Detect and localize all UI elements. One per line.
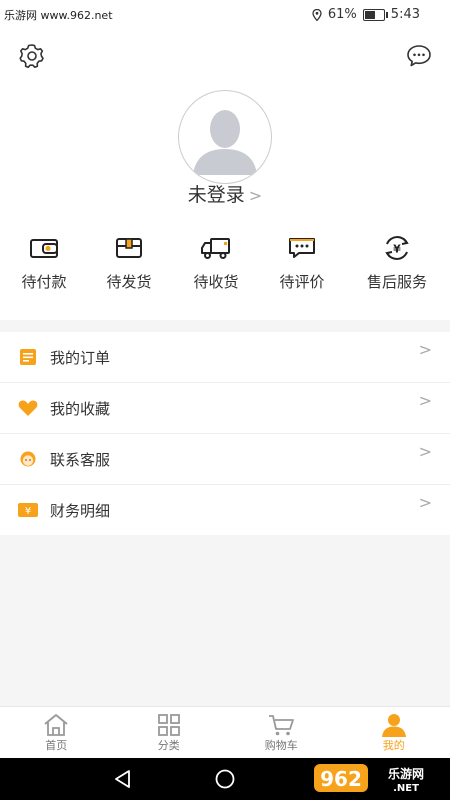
order-list-icon <box>20 349 36 365</box>
home-circle-icon[interactable] <box>214 768 236 790</box>
menu-item-favorites[interactable]: 我的收藏 > <box>0 383 450 434</box>
heart-icon <box>18 400 38 416</box>
962-watermark-logo: 962 乐游网 .NET <box>314 764 424 794</box>
service-icon <box>20 451 36 467</box>
yen-exchange-icon: ¥ <box>385 236 409 260</box>
tab-cart[interactable]: 购物车 <box>225 707 338 759</box>
tab-category[interactable]: 分类 <box>113 707 226 759</box>
status-bar: 乐游网 www.962.net 61% 5:43 <box>0 0 450 30</box>
login-text: 未登录 <box>187 184 245 206</box>
order-pending-payment[interactable]: 待付款 <box>0 235 88 292</box>
order-after-sales[interactable]: ¥ 售后服务 <box>353 235 441 292</box>
comment-icon <box>289 238 315 258</box>
battery-percent: 61% <box>327 7 357 22</box>
tab-mine[interactable]: 我的 <box>338 707 450 759</box>
tab-label: 首页 <box>45 739 68 752</box>
menu-label: 我的收藏 <box>50 399 111 418</box>
grid-icon <box>157 714 180 736</box>
watermark-text: 乐游网 www.962.net <box>4 9 113 22</box>
menu-list: 我的订单 > 我的收藏 > 联系客服 > ¥ 财务明细 > <box>0 332 450 535</box>
order-pending-receipt[interactable]: 待收货 <box>172 235 260 292</box>
order-label: 待评价 <box>279 273 325 291</box>
truck-icon <box>201 238 230 259</box>
order-label: 待发货 <box>106 273 152 291</box>
chevron-right-icon: > <box>418 493 432 512</box>
svg-text:¥: ¥ <box>393 243 401 256</box>
chevron-right-icon: > <box>418 391 432 410</box>
profile-header: 未登录 > 待付款 待发货 待收货 待评价 ¥ 售后服务 <box>0 30 450 320</box>
box-icon <box>116 238 142 258</box>
status-time: 5:43 <box>390 7 420 22</box>
tab-label: 我的 <box>382 739 405 752</box>
message-icon[interactable] <box>406 44 432 68</box>
menu-label: 我的订单 <box>50 348 111 367</box>
menu-item-finance[interactable]: ¥ 财务明细 > <box>0 485 450 535</box>
order-label: 待付款 <box>21 273 67 291</box>
bottom-tab-bar: 首页 分类 购物车 我的 <box>0 706 450 759</box>
wallet-icon <box>30 239 58 258</box>
svg-text:.NET: .NET <box>393 783 419 794</box>
default-avatar-icon <box>193 110 257 175</box>
tab-label: 购物车 <box>264 739 298 752</box>
status-right: 61% 5:43 <box>312 7 420 22</box>
order-pending-review[interactable]: 待评价 <box>258 235 346 292</box>
cart-icon <box>269 715 295 736</box>
order-label: 待收货 <box>193 273 239 291</box>
finance-icon: ¥ <box>18 503 38 517</box>
menu-label: 联系客服 <box>50 450 111 469</box>
svg-text:乐游网: 乐游网 <box>388 766 424 781</box>
avatar[interactable] <box>178 90 272 184</box>
gear-icon[interactable] <box>18 42 46 70</box>
order-label: 售后服务 <box>366 273 427 291</box>
user-icon <box>381 714 406 737</box>
chevron-right-icon: > <box>418 340 432 359</box>
battery-icon <box>362 8 388 21</box>
location-icon <box>312 8 322 21</box>
menu-item-customer-service[interactable]: 联系客服 > <box>0 434 450 485</box>
back-icon[interactable] <box>112 768 134 790</box>
menu-label: 财务明细 <box>50 501 111 520</box>
tab-home[interactable]: 首页 <box>0 707 113 759</box>
chevron-right-icon: > <box>248 186 263 205</box>
chevron-right-icon: > <box>418 442 432 461</box>
system-nav-bar: 962 乐游网 .NET <box>0 758 450 800</box>
home-icon <box>44 714 68 736</box>
menu-item-my-orders[interactable]: 我的订单 > <box>0 332 450 383</box>
tab-label: 分类 <box>157 739 180 752</box>
svg-text:¥: ¥ <box>25 506 31 517</box>
order-status-row: 待付款 待发货 待收货 待评价 ¥ 售后服务 <box>0 235 450 305</box>
order-pending-shipment[interactable]: 待发货 <box>85 235 173 292</box>
svg-text:962: 962 <box>320 767 362 791</box>
login-prompt[interactable]: 未登录 > <box>0 180 450 207</box>
